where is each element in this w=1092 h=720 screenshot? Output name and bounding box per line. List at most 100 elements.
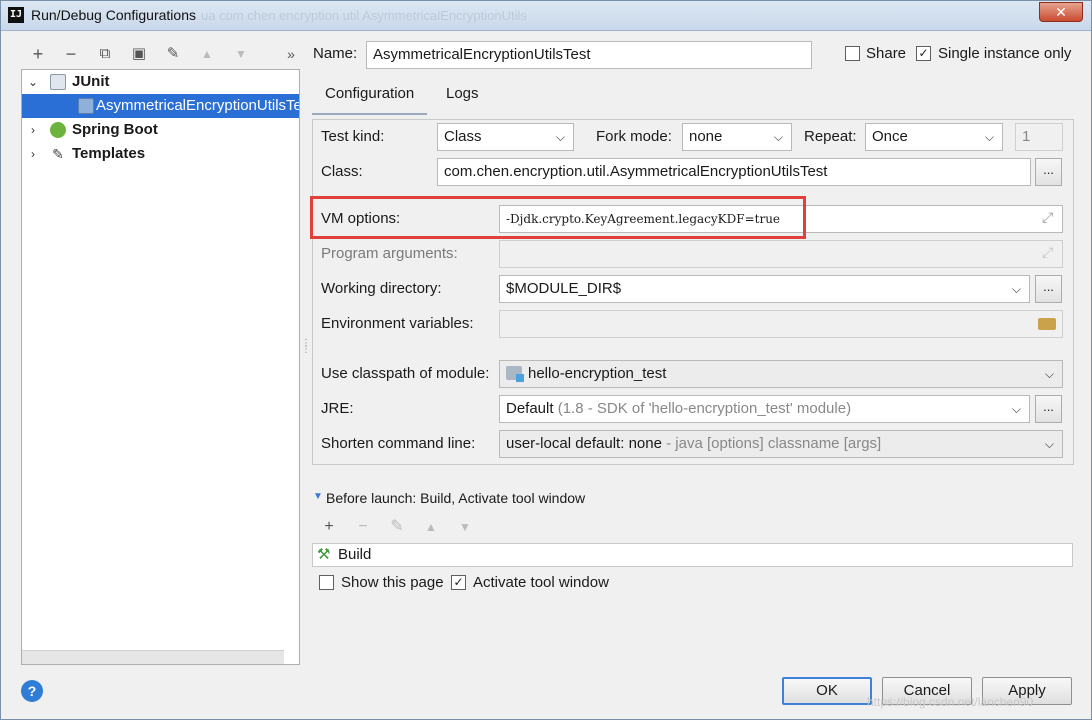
junit-icon [50,74,66,90]
chevron-down-icon: ⌵ [1044,437,1054,451]
before-launch-task-build[interactable]: ⚒ Build [312,543,1073,567]
folder-icon[interactable] [1038,318,1056,330]
move-task-down-icon[interactable]: ▼ [455,517,475,537]
working-directory-select[interactable]: $MODULE_DIR$ ⌵ [499,275,1030,303]
activate-tool-window-checkbox[interactable]: ✓ [451,575,466,590]
annotation-highlight-box [310,196,806,239]
before-launch-header[interactable]: Before launch: Build, Activate tool wind… [326,490,585,506]
help-icon[interactable]: ? [21,680,43,702]
shorten-command-line-label: Shorten command line: [321,435,476,452]
chevron-down-icon: ⌵ [1044,367,1054,381]
test-kind-label: Test kind: [321,128,385,145]
move-down-icon[interactable]: ▼ [230,43,252,65]
move-up-icon[interactable]: ▲ [196,43,218,65]
splitter-handle[interactable]: ⋮ ⋮ [301,339,311,361]
jre-value: Default [506,400,554,417]
junit-test-icon [78,98,94,114]
tab-logs[interactable]: Logs [446,85,479,102]
module-icon [506,366,524,382]
share-checkbox[interactable] [845,46,860,61]
fork-mode-label: Fork mode: [596,128,672,145]
working-directory-browse-button[interactable]: ... [1035,275,1062,303]
fork-mode-value: none [689,128,723,145]
show-this-page-label: Show this page [341,574,444,591]
tree-item-spring-boot[interactable]: › Spring Boot [22,118,299,142]
config-toolbar: + − ⧉ ▣ ✎ ▲ ▼ » [21,41,301,67]
single-instance-checkbox[interactable]: ✓ [916,46,931,61]
horizontal-scrollbar[interactable] [22,650,284,664]
hammer-icon: ⚒ [317,546,331,563]
chevron-down-icon: ⌵ [1011,282,1021,296]
spring-boot-icon [50,122,66,138]
chevron-right-icon[interactable]: › [26,118,40,142]
active-tab-indicator [312,113,427,115]
classpath-module-value: hello-encryption_test [528,365,667,382]
jre-browse-button[interactable]: ... [1035,395,1062,423]
tree-item-templates[interactable]: › ✎ Templates [22,142,299,166]
tree-item-test-config[interactable]: AsymmetricalEncryptionUtilsTest [22,94,299,118]
copy-icon[interactable]: ⧉ [94,43,116,65]
task-label: Build [338,546,372,563]
repeat-value: Once [872,128,908,145]
chevron-right-icon[interactable]: › [26,142,40,166]
more-icon[interactable]: » [280,43,302,65]
expand-icon[interactable]: ⤢ [1042,209,1083,226]
name-input[interactable]: AsymmetricalEncryptionUtilsTest [366,41,812,69]
chevron-down-icon: ⌵ [1011,402,1021,416]
test-kind-value: Class [444,128,482,145]
save-icon[interactable]: ▣ [128,43,150,65]
close-button[interactable]: ✕ [1039,2,1083,22]
show-this-page-checkbox[interactable] [319,575,334,590]
add-icon[interactable]: + [27,43,49,65]
wrench-icon: ✎ [52,146,64,162]
program-arguments-input[interactable] [499,240,1063,268]
environment-variables-input[interactable] [499,310,1063,338]
remove-task-icon[interactable]: − [353,517,373,537]
class-browse-button[interactable]: ... [1035,158,1062,186]
classpath-module-label: Use classpath of module: [321,365,490,382]
intellij-app-icon: IJ [8,7,24,23]
chevron-down-icon: ⌵ [773,130,783,144]
tree-item-label: Templates [72,145,146,162]
collapse-triangle-icon[interactable]: ▼ [313,491,323,502]
window-title: Run/Debug Configurations [31,7,196,23]
tab-configuration[interactable]: Configuration [325,85,414,102]
repeat-label: Repeat: [804,128,857,145]
shorten-command-line-select[interactable]: user-local default: none - java [options… [499,430,1063,458]
jre-label: JRE: [321,400,354,417]
run-debug-dialog: IJ Run/Debug Configurations ua com chen … [0,0,1092,720]
class-label: Class: [321,163,363,180]
share-label: Share [866,45,907,62]
remove-icon[interactable]: − [60,43,82,65]
chevron-down-icon: ⌵ [555,130,565,144]
edit-task-icon[interactable]: ✎ [387,517,407,537]
fork-mode-select[interactable]: none ⌵ [682,123,792,151]
activate-tool-window-label: Activate tool window [473,574,609,591]
class-input[interactable]: com.chen.encryption.util.AsymmetricalEnc… [437,158,1031,186]
jre-hint: (1.8 - SDK of 'hello-encryption_test' mo… [557,400,852,417]
program-arguments-label: Program arguments: [321,245,458,262]
background-tab-ghost: ua com chen encryption util Asymmetrical… [201,8,527,23]
config-tree: ⌄ JUnit AsymmetricalEncryptionUtilsTest … [21,69,300,665]
add-task-icon[interactable]: + [319,517,339,537]
repeat-select[interactable]: Once ⌵ [865,123,1003,151]
single-instance-label: Single instance only [938,45,1072,62]
jre-select[interactable]: Default (1.8 - SDK of 'hello-encryption_… [499,395,1030,423]
tree-item-junit[interactable]: ⌄ JUnit [22,70,299,94]
title-bar: IJ Run/Debug Configurations ua com chen … [1,1,1091,31]
tree-item-label: Spring Boot [72,121,158,138]
classpath-module-select[interactable]: hello-encryption_test ⌵ [499,360,1063,388]
ok-button[interactable]: OK [782,677,872,705]
wrench-icon[interactable]: ✎ [162,43,184,65]
move-task-up-icon[interactable]: ▲ [421,517,441,537]
chevron-down-icon[interactable]: ⌄ [26,70,40,94]
name-label: Name: [313,45,358,62]
repeat-count-input[interactable]: 1 [1015,123,1063,151]
shorten-command-line-hint: - java [options] classname [args] [666,435,882,452]
expand-icon[interactable]: ⤢ [1042,244,1083,261]
tree-item-label: AsymmetricalEncryptionUtilsTest [96,97,299,114]
working-directory-label: Working directory: [321,280,442,297]
watermark-text: https://blog.csdn.net/lanchen90 [867,695,1034,709]
test-kind-select[interactable]: Class ⌵ [437,123,574,151]
tree-item-label: JUnit [72,73,110,90]
